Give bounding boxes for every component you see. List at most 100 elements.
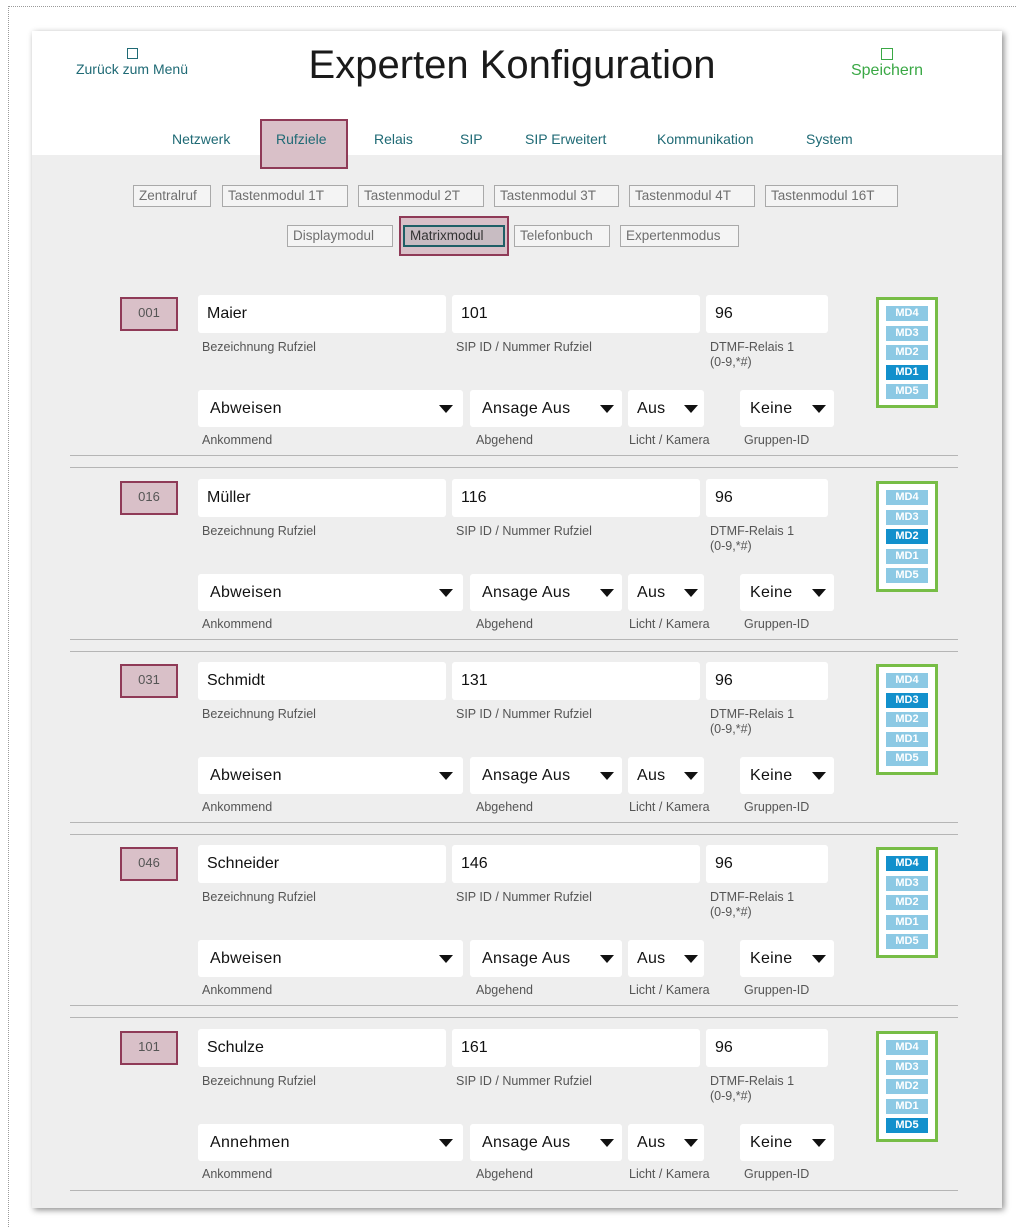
chevron-down-icon <box>812 589 826 597</box>
name-field[interactable]: Maier <box>198 295 446 333</box>
dtmf-relay-field[interactable]: 96 <box>706 662 828 700</box>
name-field[interactable]: Schmidt <box>198 662 446 700</box>
chevron-down-icon <box>439 1139 453 1147</box>
tab-sip-erweitert[interactable]: SIP Erweitert <box>525 131 606 147</box>
outgoing-label: Abgehend <box>476 433 534 447</box>
md-button-md4[interactable]: MD4 <box>886 490 928 505</box>
call-target-entry-001: 001 Maier Bezeichnung Rufziel 101 SIP ID… <box>32 295 1002 480</box>
sip-id-field[interactable]: 101 <box>452 295 700 333</box>
entry-divider <box>70 639 958 640</box>
incoming-select[interactable]: Abweisen <box>198 390 463 427</box>
name-field[interactable]: Schulze <box>198 1029 446 1067</box>
md-button-md2[interactable]: MD2 <box>886 345 928 360</box>
dtmf-relay-label: DTMF-Relais 1 (0-9,*#) <box>710 1074 795 1103</box>
tab-rufziele[interactable]: Rufziele <box>276 131 327 147</box>
sip-id-field[interactable]: 146 <box>452 845 700 883</box>
entry-id-badge: 046 <box>120 847 178 881</box>
tab-kommunikation[interactable]: Kommunikation <box>657 131 754 147</box>
light-camera-select[interactable]: Aus <box>628 574 704 611</box>
tab-relais[interactable]: Relais <box>374 131 413 147</box>
entry-id-badge: 031 <box>120 664 178 698</box>
group-id-select[interactable]: Keine <box>740 940 834 977</box>
outgoing-select[interactable]: Ansage Aus <box>470 390 622 427</box>
tab-sip[interactable]: SIP <box>460 131 483 147</box>
md-button-md5[interactable]: MD5 <box>886 384 928 399</box>
subtab-telefonbuch[interactable]: Telefonbuch <box>514 225 610 247</box>
md-button-md2[interactable]: MD2 <box>886 895 928 910</box>
md-button-md1[interactable]: MD1 <box>886 1098 928 1114</box>
incoming-select[interactable]: Abweisen <box>198 757 463 794</box>
dtmf-relay-field[interactable]: 96 <box>706 295 828 333</box>
dtmf-relay-field[interactable]: 96 <box>706 479 828 517</box>
md-button-md5[interactable]: MD5 <box>886 1118 928 1133</box>
md-button-md3[interactable]: MD3 <box>886 1059 928 1075</box>
chevron-down-icon <box>684 405 698 413</box>
chevron-down-icon <box>439 589 453 597</box>
subtab-expertenmodus[interactable]: Expertenmodus <box>620 225 739 247</box>
dtmf-relay-field[interactable]: 96 <box>706 845 828 883</box>
chevron-down-icon <box>684 772 698 780</box>
subtab-zentralruf[interactable]: Zentralruf <box>133 185 211 207</box>
sip-id-field[interactable]: 116 <box>452 479 700 517</box>
md-button-md3[interactable]: MD3 <box>886 509 928 525</box>
tab-netzwerk[interactable]: Netzwerk <box>172 131 230 147</box>
md-button-md5[interactable]: MD5 <box>886 751 928 766</box>
md-button-md3[interactable]: MD3 <box>886 325 928 341</box>
sip-id-field[interactable]: 131 <box>452 662 700 700</box>
dtmf-relay-field[interactable]: 96 <box>706 1029 828 1067</box>
light-camera-select[interactable]: Aus <box>628 390 704 427</box>
save-button[interactable]: Speichern <box>832 48 942 80</box>
outgoing-select[interactable]: Ansage Aus <box>470 1124 622 1161</box>
md-button-md4[interactable]: MD4 <box>886 856 928 871</box>
group-id-select[interactable]: Keine <box>740 1124 834 1161</box>
sip-id-label: SIP ID / Nummer Rufziel <box>456 524 592 538</box>
md-button-md2[interactable]: MD2 <box>886 712 928 727</box>
group-id-select[interactable]: Keine <box>740 757 834 794</box>
outgoing-select[interactable]: Ansage Aus <box>470 574 622 611</box>
subtab-tastenmodul-16t[interactable]: Tastenmodul 16T <box>765 185 898 207</box>
light-camera-select[interactable]: Aus <box>628 757 704 794</box>
subtab-tastenmodul-4t[interactable]: Tastenmodul 4T <box>629 185 755 207</box>
sip-id-field[interactable]: 161 <box>452 1029 700 1067</box>
entry-divider <box>70 1017 958 1018</box>
md-button-md4[interactable]: MD4 <box>886 1040 928 1055</box>
group-id-label: Gruppen-ID <box>744 433 810 447</box>
outgoing-select[interactable]: Ansage Aus <box>470 757 622 794</box>
md-button-md1[interactable]: MD1 <box>886 731 928 747</box>
name-field[interactable]: Müller <box>198 479 446 517</box>
md-button-md1[interactable]: MD1 <box>886 364 928 380</box>
md-button-md4[interactable]: MD4 <box>886 306 928 321</box>
subtab-matrixmodul[interactable]: Matrixmodul <box>403 225 505 247</box>
group-id-label: Gruppen-ID <box>744 800 810 814</box>
chevron-down-icon <box>684 1139 698 1147</box>
incoming-select[interactable]: Abweisen <box>198 574 463 611</box>
group-id-select[interactable]: Keine <box>740 390 834 427</box>
md-button-md1[interactable]: MD1 <box>886 548 928 564</box>
md-button-md1[interactable]: MD1 <box>886 914 928 930</box>
light-camera-select[interactable]: Aus <box>628 940 704 977</box>
md-button-md4[interactable]: MD4 <box>886 673 928 688</box>
md-button-md5[interactable]: MD5 <box>886 934 928 949</box>
entry-divider <box>70 651 958 652</box>
incoming-select[interactable]: Annehmen <box>198 1124 463 1161</box>
back-label: Zurück zum Menü <box>75 61 189 77</box>
name-field[interactable]: Schneider <box>198 845 446 883</box>
subtab-displaymodul[interactable]: Displaymodul <box>287 225 393 247</box>
subtab-tastenmodul-3t[interactable]: Tastenmodul 3T <box>494 185 619 207</box>
md-button-md3[interactable]: MD3 <box>886 692 928 708</box>
entry-divider <box>70 822 958 823</box>
md-button-md2[interactable]: MD2 <box>886 1079 928 1094</box>
group-id-select[interactable]: Keine <box>740 574 834 611</box>
md-selector: MD4 MD3 MD2 MD1 MD5 <box>876 297 938 408</box>
subtab-tastenmodul-1t[interactable]: Tastenmodul 1T <box>222 185 348 207</box>
md-button-md2[interactable]: MD2 <box>886 529 928 544</box>
md-button-md5[interactable]: MD5 <box>886 568 928 583</box>
light-camera-select[interactable]: Aus <box>628 1124 704 1161</box>
subtab-tastenmodul-2t[interactable]: Tastenmodul 2T <box>358 185 484 207</box>
incoming-select[interactable]: Abweisen <box>198 940 463 977</box>
outgoing-select[interactable]: Ansage Aus <box>470 940 622 977</box>
back-to-menu-button[interactable]: Zurück zum Menü <box>62 48 202 77</box>
call-target-entry-016: 016 Müller Bezeichnung Rufziel 116 SIP I… <box>32 479 1002 664</box>
md-button-md3[interactable]: MD3 <box>886 875 928 891</box>
tab-system[interactable]: System <box>806 131 853 147</box>
